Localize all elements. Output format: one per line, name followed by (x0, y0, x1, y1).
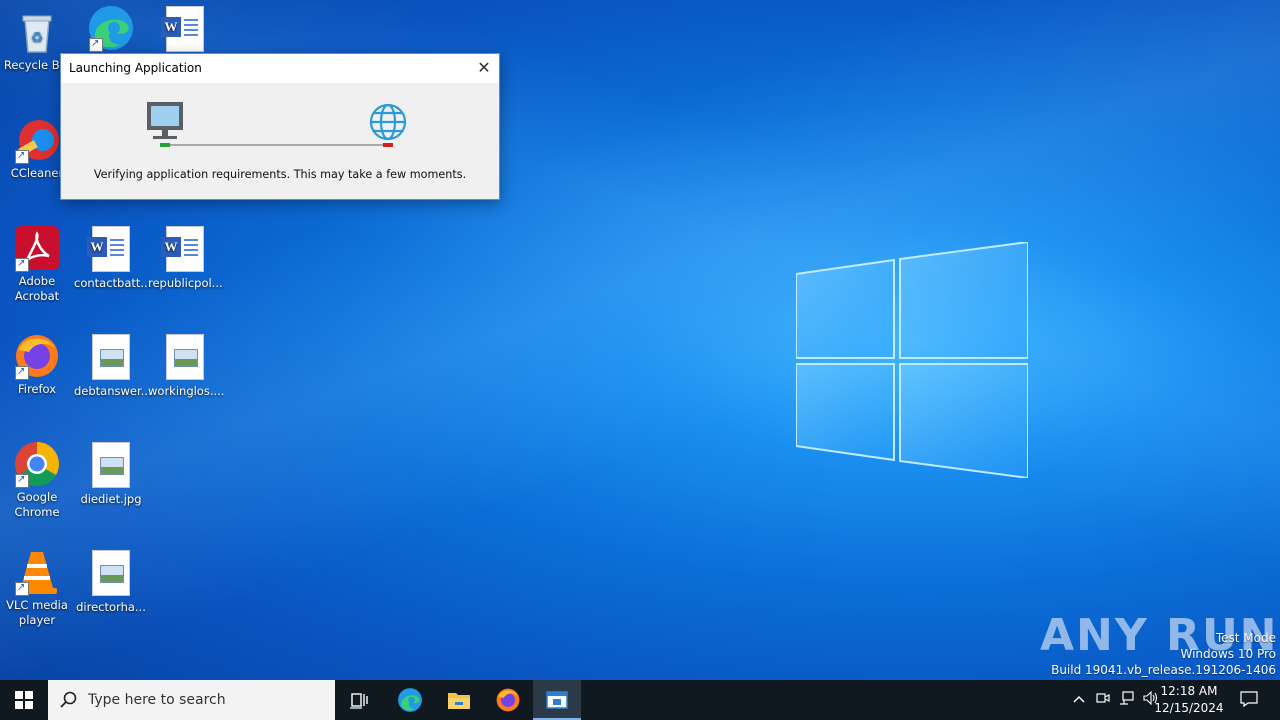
desktop-icon-label: republicpol... (148, 276, 223, 290)
system-tray: 12:18 AM 12/15/2024 (1060, 680, 1280, 720)
taskbar-clock[interactable]: 12:18 AM 12/15/2024 (1154, 683, 1224, 717)
desktop-icon-google-chrome[interactable]: Google Chrome (0, 440, 74, 520)
clock-time: 12:18 AM (1160, 684, 1218, 698)
desktop-icon-label: contactbatt... (74, 276, 152, 290)
source-status-indicator (160, 143, 170, 147)
image-file-icon (92, 550, 130, 596)
desktop-icon-workinglos[interactable]: workinglos.... (148, 332, 225, 399)
computer-icon (147, 102, 183, 139)
edge-icon (398, 688, 422, 712)
taskbar-search-box[interactable]: Type here to search (48, 680, 335, 720)
task-view-button[interactable] (336, 680, 384, 720)
shortcut-arrow-icon (15, 148, 29, 164)
desktop-icon-vlc[interactable]: VLC media player (0, 548, 74, 628)
desktop-icon-label: Firefox (17, 382, 57, 396)
target-status-indicator (383, 143, 393, 147)
desktop-icon-label: VLC media player (6, 598, 68, 627)
word-document-icon: W (161, 6, 204, 52)
shortcut-arrow-icon (15, 364, 29, 380)
clock-date: 12/15/2024 (1154, 701, 1224, 715)
shortcut-arrow-icon (15, 472, 29, 488)
word-document-icon: W (87, 226, 130, 272)
desktop-icon-directorha[interactable]: directorha... (74, 548, 148, 615)
desktop-icon-label: workinglos.... (148, 384, 225, 398)
globe-icon (369, 103, 407, 141)
launching-application-dialog: Launching Application ✕ Verifying applic… (60, 53, 500, 200)
dialog-message: Verifying application requirements. This… (93, 168, 467, 181)
test-mode-watermark: Test Mode Windows 10 Pro Build 19041.vb_… (1051, 630, 1276, 678)
desktop-icon-republicpol[interactable]: W republicpol... (148, 224, 223, 291)
word-document-icon: W (161, 226, 204, 272)
image-file-icon (92, 442, 130, 488)
taskbar-file-explorer-button[interactable] (435, 680, 483, 720)
shortcut-arrow-icon (15, 580, 29, 596)
desktop-icon-debtanswer[interactable]: debtanswer... (74, 332, 152, 399)
task-view-icon (350, 693, 368, 709)
desktop-icon-label: CCleaner (10, 166, 64, 180)
show-hidden-icons-chevron-up-icon[interactable] (1070, 691, 1088, 709)
action-center-notification-icon[interactable] (1240, 691, 1258, 709)
taskbar: Type here to search 12:18 AM 12/15/2024 (0, 680, 1280, 720)
svg-text:♻: ♻ (31, 30, 44, 46)
desktop-icon-firefox[interactable]: Firefox (0, 332, 74, 397)
desktop-icon-label: diediet.jpg (80, 492, 142, 506)
shortcut-arrow-icon (15, 256, 29, 272)
desktop-icon-adobe-acrobat[interactable]: Adobe Acrobat (0, 224, 74, 304)
desktop-icon-label: debtanswer... (74, 384, 152, 398)
recycle-bin-icon: ♻ (22, 15, 52, 53)
taskbar-firefox-button[interactable] (484, 680, 532, 720)
network-progress-graphic (147, 102, 407, 147)
desktop-icon-diediet[interactable]: diediet.jpg (74, 440, 148, 507)
search-icon (60, 691, 77, 708)
image-file-icon (166, 334, 204, 380)
shortcut-arrow-icon (89, 36, 103, 52)
desktop-icon-word-document[interactable]: W (148, 4, 222, 56)
start-button[interactable] (0, 680, 48, 720)
desktop-icon-edge[interactable] (74, 4, 148, 54)
search-placeholder: Type here to search (88, 692, 226, 708)
taskbar-edge-button[interactable] (386, 680, 434, 720)
folder-icon (448, 693, 470, 709)
windows-start-icon (15, 691, 33, 709)
desktop-icon-contactbatt[interactable]: W contactbatt... (74, 224, 152, 291)
watermark-line: Windows 10 Pro (1180, 647, 1276, 661)
firefox-icon (496, 688, 520, 712)
image-file-icon (92, 334, 130, 380)
watermark-line: Build 19041.vb_release.191206-1406 (1051, 663, 1276, 677)
application-window-icon (546, 691, 568, 709)
desktop-icon-label: Google Chrome (14, 490, 60, 519)
network-icon[interactable] (1118, 691, 1136, 709)
meet-now-icon[interactable] (1094, 691, 1112, 709)
desktop-icon-label: directorha... (76, 600, 146, 614)
desktop-icon-label: Adobe Acrobat (14, 274, 60, 303)
watermark-line: Test Mode (1215, 631, 1276, 645)
windows-wallpaper-logo (796, 242, 1028, 478)
taskbar-launching-application-button[interactable] (533, 680, 581, 720)
